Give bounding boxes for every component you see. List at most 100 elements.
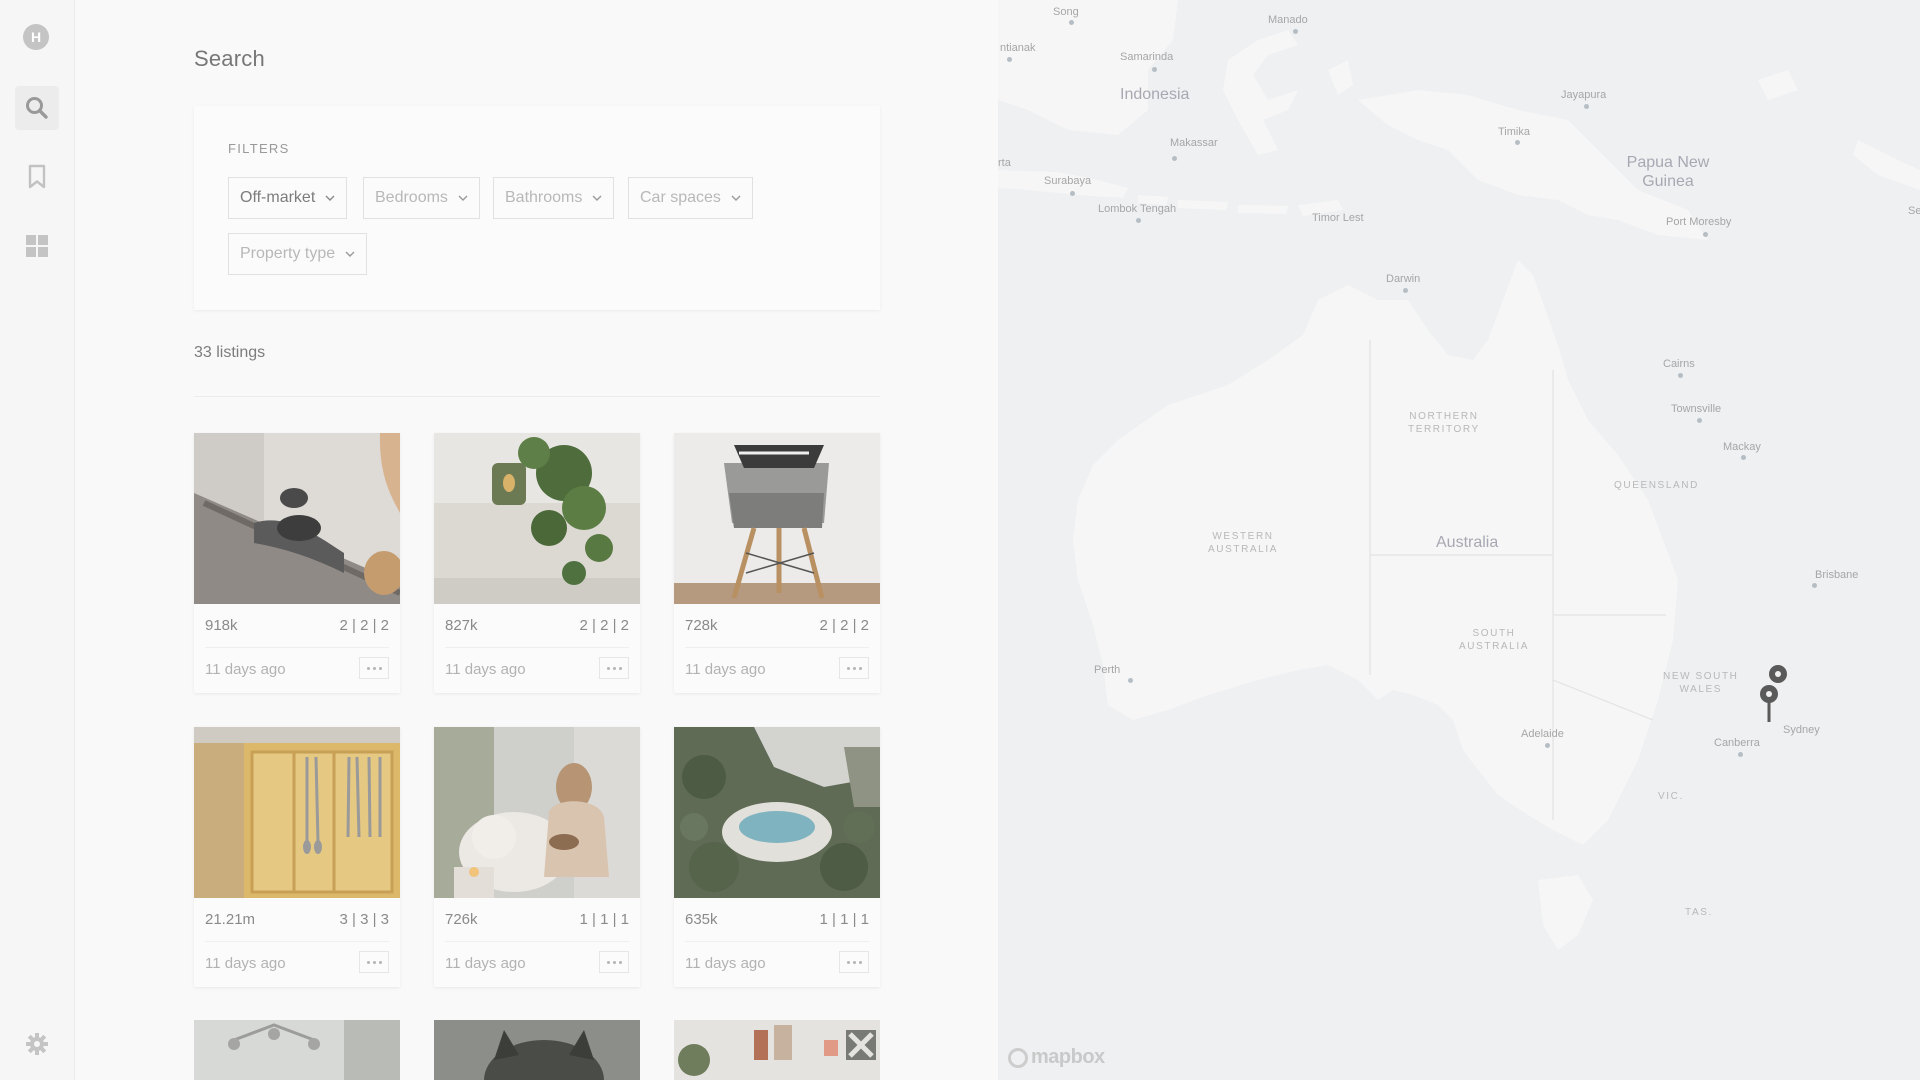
listing-photo[interactable] [434,1020,640,1080]
divider [194,396,880,397]
listing-age: 11 days ago [205,661,286,678]
listing-price: 21.21m [205,911,256,928]
listing-card[interactable]: 635k 1 | 1 | 1 11 days ago [674,727,880,987]
label-makassar: Makassar [1170,137,1218,149]
chevron-down-icon [731,195,741,201]
map[interactable]: Indonesia Papua New Guinea Australia Tim… [998,0,1920,1080]
listing-card[interactable]: 827k 2 | 2 | 2 11 days ago [434,433,640,693]
more-options-button[interactable] [839,657,869,679]
listing-age: 11 days ago [205,955,286,972]
chevron-down-icon [345,251,355,257]
filter-off-market[interactable]: Off-market [228,177,348,219]
card-divider [205,941,389,942]
listing-photo [194,727,400,898]
filter-label: Bedrooms [375,189,448,206]
listing-card[interactable]: 21.21m 3 | 3 | 3 11 days ago [194,727,400,987]
city-dot [1403,288,1408,293]
card-divider [685,941,869,942]
filter-label: Car spaces [640,189,721,206]
listing-age: 11 days ago [685,661,766,678]
nav-dashboard[interactable] [15,224,59,268]
label-perth: Perth [1094,664,1121,676]
city-dot [1697,418,1702,423]
listing-photo[interactable] [674,1020,880,1080]
search-panel: Search FILTERS Off-market Bedrooms Bathr… [75,0,997,1080]
settings-button[interactable] [24,1032,50,1059]
filters-card: FILTERS Off-market Bedrooms Bathrooms Ca… [194,106,880,310]
listing-age: 11 days ago [445,955,526,972]
label-vic: VIC. [1658,791,1684,802]
bookmark-icon [26,164,48,190]
more-options-button[interactable] [359,951,389,973]
city-dot [1584,104,1589,109]
more-options-button[interactable] [359,657,389,679]
listing-photo [434,433,640,604]
listing-photo [674,433,880,604]
card-divider [685,647,869,648]
city-dot [1678,373,1683,378]
label-song: Song [1053,6,1079,18]
city-dot [1007,57,1012,62]
card-divider [445,941,629,942]
city-dot [1152,67,1157,72]
nav-saved[interactable] [15,155,59,199]
filter-bedrooms[interactable]: Bedrooms [363,177,480,219]
label-pontianak: ntianak [1000,42,1036,54]
listing-price: 728k [685,617,718,634]
card-divider [205,647,389,648]
more-options-button[interactable] [839,951,869,973]
label-south-australia: SOUTH AUSTRALIA [1459,628,1529,652]
app-logo[interactable]: H [23,24,49,50]
label-rta: rta [998,157,1011,169]
label-sydney: Sydney [1783,724,1820,736]
label-queensland: QUEENSLAND [1614,480,1699,491]
listing-card[interactable]: 728k 2 | 2 | 2 11 days ago [674,433,880,693]
filter-label: Bathrooms [505,189,583,206]
city-dot [1070,191,1075,196]
chevron-down-icon [458,195,468,201]
city-dot [1069,20,1074,25]
listing-rooms: 3 | 3 | 3 [339,911,390,928]
listing-count: 33 listings [194,344,266,361]
filter-property-type[interactable]: Property type [228,233,368,275]
city-dot [1515,140,1520,145]
listing-rooms: 1 | 1 | 1 [579,911,630,928]
label-timor: Timor Lest [1312,212,1364,224]
mapbox-attribution[interactable]: mapbox [1008,1046,1105,1069]
more-options-button[interactable] [599,951,629,973]
listing-photo [434,727,640,898]
label-se: Se [1908,205,1920,217]
listing-price: 918k [205,617,238,634]
listing-price: 726k [445,911,478,928]
label-papua-new-guinea: Papua New Guinea [1626,154,1710,190]
mapbox-logo-icon [1008,1047,1028,1068]
sidebar: H [0,0,75,1080]
filter-bathrooms[interactable]: Bathrooms [493,177,615,219]
label-tas: TAS. [1685,907,1713,918]
label-port-moresby: Port Moresby [1666,216,1732,228]
listing-card[interactable]: 726k 1 | 1 | 1 11 days ago [434,727,640,987]
label-mackay: Mackay [1723,441,1761,453]
listing-photo[interactable] [194,1020,400,1080]
label-lombok: Lombok Tengah [1098,203,1177,215]
chevron-down-icon [592,195,602,201]
label-australia: Australia [1436,534,1499,551]
filter-label: Property type [240,245,336,262]
city-dot [1293,29,1298,34]
listing-card[interactable]: 918k 2 | 2 | 2 11 days ago [194,433,400,693]
chevron-down-icon [325,195,335,201]
listing-age: 11 days ago [685,955,766,972]
label-townsville: Townsville [1671,403,1722,415]
more-options-button[interactable] [599,657,629,679]
label-northern-territory: NORTHERN TERRITORY [1408,411,1480,435]
map-pin[interactable] [1758,683,1780,723]
filter-car-spaces[interactable]: Car spaces [628,177,753,219]
label-cairns: Cairns [1663,358,1695,370]
label-indonesia: Indonesia [1120,86,1190,103]
listing-rooms: 2 | 2 | 2 [339,617,390,634]
listing-rooms: 1 | 1 | 1 [819,911,870,928]
label-timika: Timika [1498,126,1530,138]
nav-search[interactable] [15,86,59,130]
label-western-australia: WESTERN AUSTRALIA [1208,531,1278,555]
search-icon [24,95,50,121]
